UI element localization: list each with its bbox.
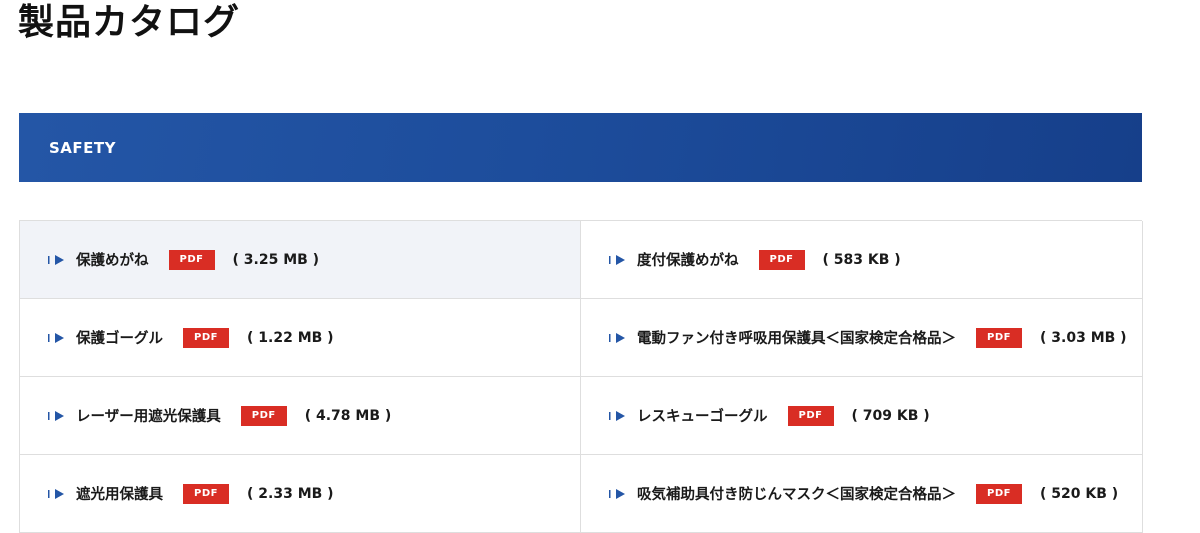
pdf-badge: PDF (787, 405, 834, 426)
arrow-right-icon (609, 254, 627, 265)
catalog-item[interactable]: 保護ゴーグル PDF ( 1.22 MB ) (20, 299, 581, 377)
section-heading: SAFETY (49, 138, 116, 157)
file-size: ( 1.22 MB ) (247, 329, 334, 346)
catalog-item-name: 保護ゴーグル (76, 331, 163, 347)
arrow-right-icon (609, 332, 627, 343)
arrow-right-icon (609, 488, 627, 499)
catalog-grid: 保護めがね PDF ( 3.25 MB ) 度付保護めがね PDF ( 583 … (19, 220, 1143, 533)
catalog-item[interactable]: 吸気補助具付き防じんマスク＜国家検定合格品＞ PDF ( 520 KB ) (581, 455, 1143, 533)
file-size: ( 3.03 MB ) (1040, 329, 1127, 346)
catalog-item[interactable]: 保護めがね PDF ( 3.25 MB ) (20, 221, 581, 299)
file-size: ( 3.25 MB ) (232, 251, 320, 268)
catalog-item-name: 保護めがね (76, 253, 149, 269)
catalog-item-name: 吸気補助具付き防じんマスク＜国家検定合格品＞ (637, 487, 956, 503)
arrow-right-icon (48, 332, 66, 343)
pdf-badge: PDF (976, 327, 1022, 348)
arrow-right-icon (48, 488, 66, 499)
pdf-badge: PDF (758, 249, 805, 270)
file-size: ( 709 KB ) (851, 407, 930, 424)
catalog-item[interactable]: 電動ファン付き呼吸用保護具＜国家検定合格品＞ PDF ( 3.03 MB ) (581, 299, 1143, 377)
section-header-safety: SAFETY (19, 113, 1142, 182)
arrow-right-icon (48, 410, 66, 421)
arrow-right-icon (609, 410, 627, 421)
catalog-item[interactable]: 遮光用保護具 PDF ( 2.33 MB ) (20, 455, 581, 533)
file-size: ( 4.78 MB ) (304, 407, 392, 424)
catalog-item-name: レスキューゴーグル (637, 409, 768, 425)
catalog-item[interactable]: レーザー用遮光保護具 PDF ( 4.78 MB ) (20, 377, 581, 455)
pdf-badge: PDF (976, 483, 1022, 504)
arrow-right-icon (48, 254, 66, 265)
catalog-item[interactable]: レスキューゴーグル PDF ( 709 KB ) (581, 377, 1143, 455)
file-size: ( 583 KB ) (822, 251, 901, 268)
catalog-item-name: 電動ファン付き呼吸用保護具＜国家検定合格品＞ (637, 331, 956, 347)
pdf-badge: PDF (240, 405, 287, 426)
file-size: ( 2.33 MB ) (247, 485, 334, 502)
catalog-item-name: 度付保護めがね (637, 253, 739, 269)
pdf-badge: PDF (183, 483, 229, 504)
pdf-badge: PDF (183, 327, 229, 348)
page-title: 製品カタログ (18, 2, 241, 43)
catalog-item[interactable]: 度付保護めがね PDF ( 583 KB ) (581, 221, 1143, 299)
file-size: ( 520 KB ) (1040, 485, 1119, 502)
catalog-item-name: レーザー用遮光保護具 (76, 409, 221, 425)
pdf-badge: PDF (168, 249, 215, 270)
catalog-item-name: 遮光用保護具 (76, 487, 163, 503)
